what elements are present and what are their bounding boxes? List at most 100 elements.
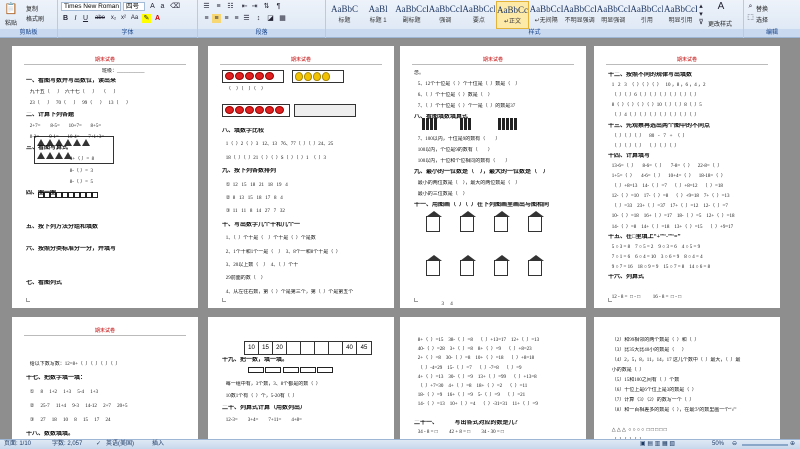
- italic-button[interactable]: I: [71, 14, 80, 23]
- document-area[interactable]: 期末试卷 班级：___________ 一、看图写数并写出数位，读出来 九十五（…: [0, 39, 800, 439]
- exam-line: （ ）（ ）6（ ）（ ）（ ）（ ）（ ）（ ）: [608, 93, 700, 99]
- style-tile[interactable]: AaBbCcDc 不明显强调: [563, 1, 596, 29]
- strikethrough-button[interactable]: abe: [93, 14, 107, 23]
- zoom-out-icon[interactable]: ⊖: [732, 440, 737, 449]
- font-name-combo[interactable]: Times New Roman: [61, 2, 121, 11]
- exam-line: 二十一、 写出各式对应的数是几？: [414, 419, 521, 426]
- clear-format-icon[interactable]: ⌫: [170, 2, 180, 11]
- spell-check-icon[interactable]: ✓: [96, 440, 101, 449]
- house-picture: [460, 255, 476, 276]
- borders-icon[interactable]: ▦: [278, 14, 287, 23]
- zoom-slider[interactable]: [742, 444, 788, 446]
- style-tile[interactable]: AaBl 标题 1: [362, 1, 395, 29]
- align-left-icon[interactable]: ≡: [202, 14, 211, 23]
- style-tile[interactable]: AaBbCcDc 引用: [630, 1, 663, 29]
- justify-icon[interactable]: ≡: [232, 14, 241, 23]
- exam-line: 十五、在□里填上“+”“-”“=”: [608, 233, 681, 240]
- exam-line: 8-（ ）= 3: [26, 168, 93, 174]
- paste-button[interactable]: 粘贴: [5, 18, 17, 27]
- styles-more-icon[interactable]: ⊽: [696, 18, 706, 27]
- superscript-button[interactable]: x²: [119, 14, 128, 23]
- page-2[interactable]: 期末试卷 （ ）（ ）（ ） 八、填数字比较 1（ ）2（ ）3 12、13 7…: [208, 46, 394, 308]
- exam-line: 五、按下列方法分组和填数: [26, 223, 99, 230]
- bullets-icon[interactable]: ☰: [202, 2, 211, 11]
- exam-line: 12 - 8 = □ - □ 16 - 8 = □ - □: [608, 295, 682, 301]
- font-color-button[interactable]: A: [153, 14, 162, 23]
- exam-line: 1+5=（ ） 4-6=（ ） 10+4=（ ） 18-18=（ ）: [608, 174, 726, 179]
- style-tile[interactable]: AaBbC 标题: [328, 1, 361, 29]
- number-cell: 10: [245, 342, 259, 354]
- exam-line: 二、计算下列各题: [26, 111, 75, 118]
- view-print-layout-icon[interactable]: ▣ ▤ ▥ ▦ ▧: [640, 440, 675, 449]
- exam-line: （4）2，5，8，11，14，17 这几个数中（ ）最大，（ ）最: [608, 358, 741, 363]
- replace-button[interactable]: 替换: [756, 4, 768, 13]
- page-corner-mark: [222, 298, 226, 302]
- exam-line: ③ 27 18 10 8 15 17 24: [26, 418, 111, 423]
- change-styles-button[interactable]: 更改样式: [708, 19, 732, 28]
- align-center-icon[interactable]: ≡: [212, 14, 221, 23]
- style-tile[interactable]: AaBbCcD 要点: [462, 1, 495, 29]
- page-5[interactable]: 期末试卷 给以下数写数：12=8+（ ）（ ）（ ）（ ）十七、把数字填一填： …: [12, 317, 198, 439]
- language-status[interactable]: 英语(美国): [106, 440, 134, 449]
- exam-line: 100以内，十位和个位相同的数有（ ）: [414, 159, 511, 164]
- style-tile[interactable]: AaBbCcDc 明显引用: [664, 1, 697, 29]
- word-count-status[interactable]: 字数: 2,057: [52, 440, 82, 449]
- shading-icon[interactable]: ◪: [266, 14, 275, 23]
- style-tile[interactable]: AaBbCcDc ↵无间隔: [530, 1, 563, 29]
- distribute-icon[interactable]: ☰: [242, 14, 251, 23]
- number-cell: [315, 342, 329, 354]
- bold-button[interactable]: B: [61, 14, 70, 23]
- underline-button[interactable]: U: [81, 14, 90, 23]
- increase-indent-icon[interactable]: ⇥: [250, 2, 259, 11]
- page-count-status[interactable]: 页面: 1/10: [4, 440, 31, 449]
- zoom-level[interactable]: 50%: [712, 440, 724, 449]
- page-1[interactable]: 期末试卷 班级：___________ 一、看图写数并写出数位，读出来 九十五（…: [12, 46, 198, 308]
- style-tile[interactable]: AaBbCcD 副标题: [395, 1, 428, 29]
- exam-line: 14-（ ）=8 14+（ ）=18 13+（ ）=15 （ ）+9=17: [608, 224, 734, 230]
- insert-mode-status[interactable]: 插入: [152, 440, 164, 449]
- select-button[interactable]: 选择: [756, 15, 768, 24]
- header-divider: [24, 64, 186, 65]
- subscript-button[interactable]: x₂: [109, 14, 118, 23]
- show-marks-icon[interactable]: ¶: [274, 2, 283, 11]
- exam-line: 4、从左往右数，第（ ）个是第三个，第（ ）个是第五个: [222, 289, 354, 295]
- zoom-in-icon[interactable]: ⊕: [790, 440, 795, 449]
- house-picture: [426, 211, 442, 232]
- change-styles-icon[interactable]: A: [714, 2, 728, 16]
- copy-button[interactable]: 复制: [26, 4, 38, 13]
- exam-line: ① 8 1+2 1+3 5-4 1+3: [26, 390, 99, 395]
- select-icon[interactable]: ⬚: [746, 13, 755, 22]
- style-tile[interactable]: AaBbCcDc 强调: [429, 1, 462, 29]
- highlight-icon[interactable]: ✎: [142, 14, 151, 23]
- font-size-combo[interactable]: 四号: [123, 2, 145, 11]
- style-tile[interactable]: AaBbCcDc 明显强调: [597, 1, 630, 29]
- exam-line: 8+（ ）=15 38-（ ）=8 （ ）+13=17 12+（ ）=13: [414, 338, 540, 343]
- exam-line: 九、按下列各数排列: [222, 168, 277, 175]
- exam-line: 最小的两位数是（ ），最大的两位数是（ ）: [414, 181, 521, 186]
- line-spacing-icon[interactable]: ↕: [254, 14, 263, 23]
- numbering-icon[interactable]: ≡: [214, 2, 223, 11]
- page-4[interactable]: 期末试卷 十二、按照不同的规律写出填数 1 2 3 （ ）（ ）（ ） 10 ，…: [594, 46, 780, 308]
- page-7[interactable]: 8+（ ）=15 38-（ ）=8 （ ）+13=17 12+（ ）=13 40…: [400, 317, 586, 439]
- grow-font-icon[interactable]: A: [148, 2, 157, 11]
- exam-line: 每一组中有，3个数，3、8个都是的数（ ）: [222, 382, 321, 387]
- page-8[interactable]: （2）和99相邻的两个数是（ ）和（ ） （3）比35大比40小的数是（ ） （…: [594, 317, 780, 439]
- pear-picture: [292, 70, 344, 83]
- clipboard-group-label: 剪贴板: [0, 29, 57, 37]
- format-painter-button[interactable]: 格式刷: [26, 14, 44, 23]
- page-3[interactable]: 期末试卷 念。 5、12个十位是（ ）个十位是（ ）数是（ ） 6、（ ）个十位…: [400, 46, 586, 308]
- multilevel-list-icon[interactable]: ☷: [226, 2, 235, 11]
- number-cell: 45: [360, 345, 368, 351]
- decrease-indent-icon[interactable]: ⇤: [240, 2, 249, 11]
- style-tile[interactable]: AaBbCcDc ↵正文: [496, 1, 529, 29]
- number-cell: 20: [273, 342, 287, 354]
- find-icon[interactable]: ⌕: [746, 2, 755, 11]
- page-6[interactable]: 10 15 20 40 45 十九、把一数，填一填。 每一组中有，3个数，3、8个都是的…: [208, 317, 394, 439]
- sort-icon[interactable]: ⇅: [262, 2, 271, 11]
- paste-icon[interactable]: 📋: [4, 2, 18, 16]
- house-picture: [494, 255, 510, 276]
- align-right-icon[interactable]: ≡: [222, 14, 231, 23]
- change-case-button[interactable]: Aa: [130, 14, 139, 23]
- shrink-font-icon[interactable]: a: [158, 2, 167, 11]
- exam-line: （6）十位上是6个位上是3的数是（ ）: [608, 388, 697, 393]
